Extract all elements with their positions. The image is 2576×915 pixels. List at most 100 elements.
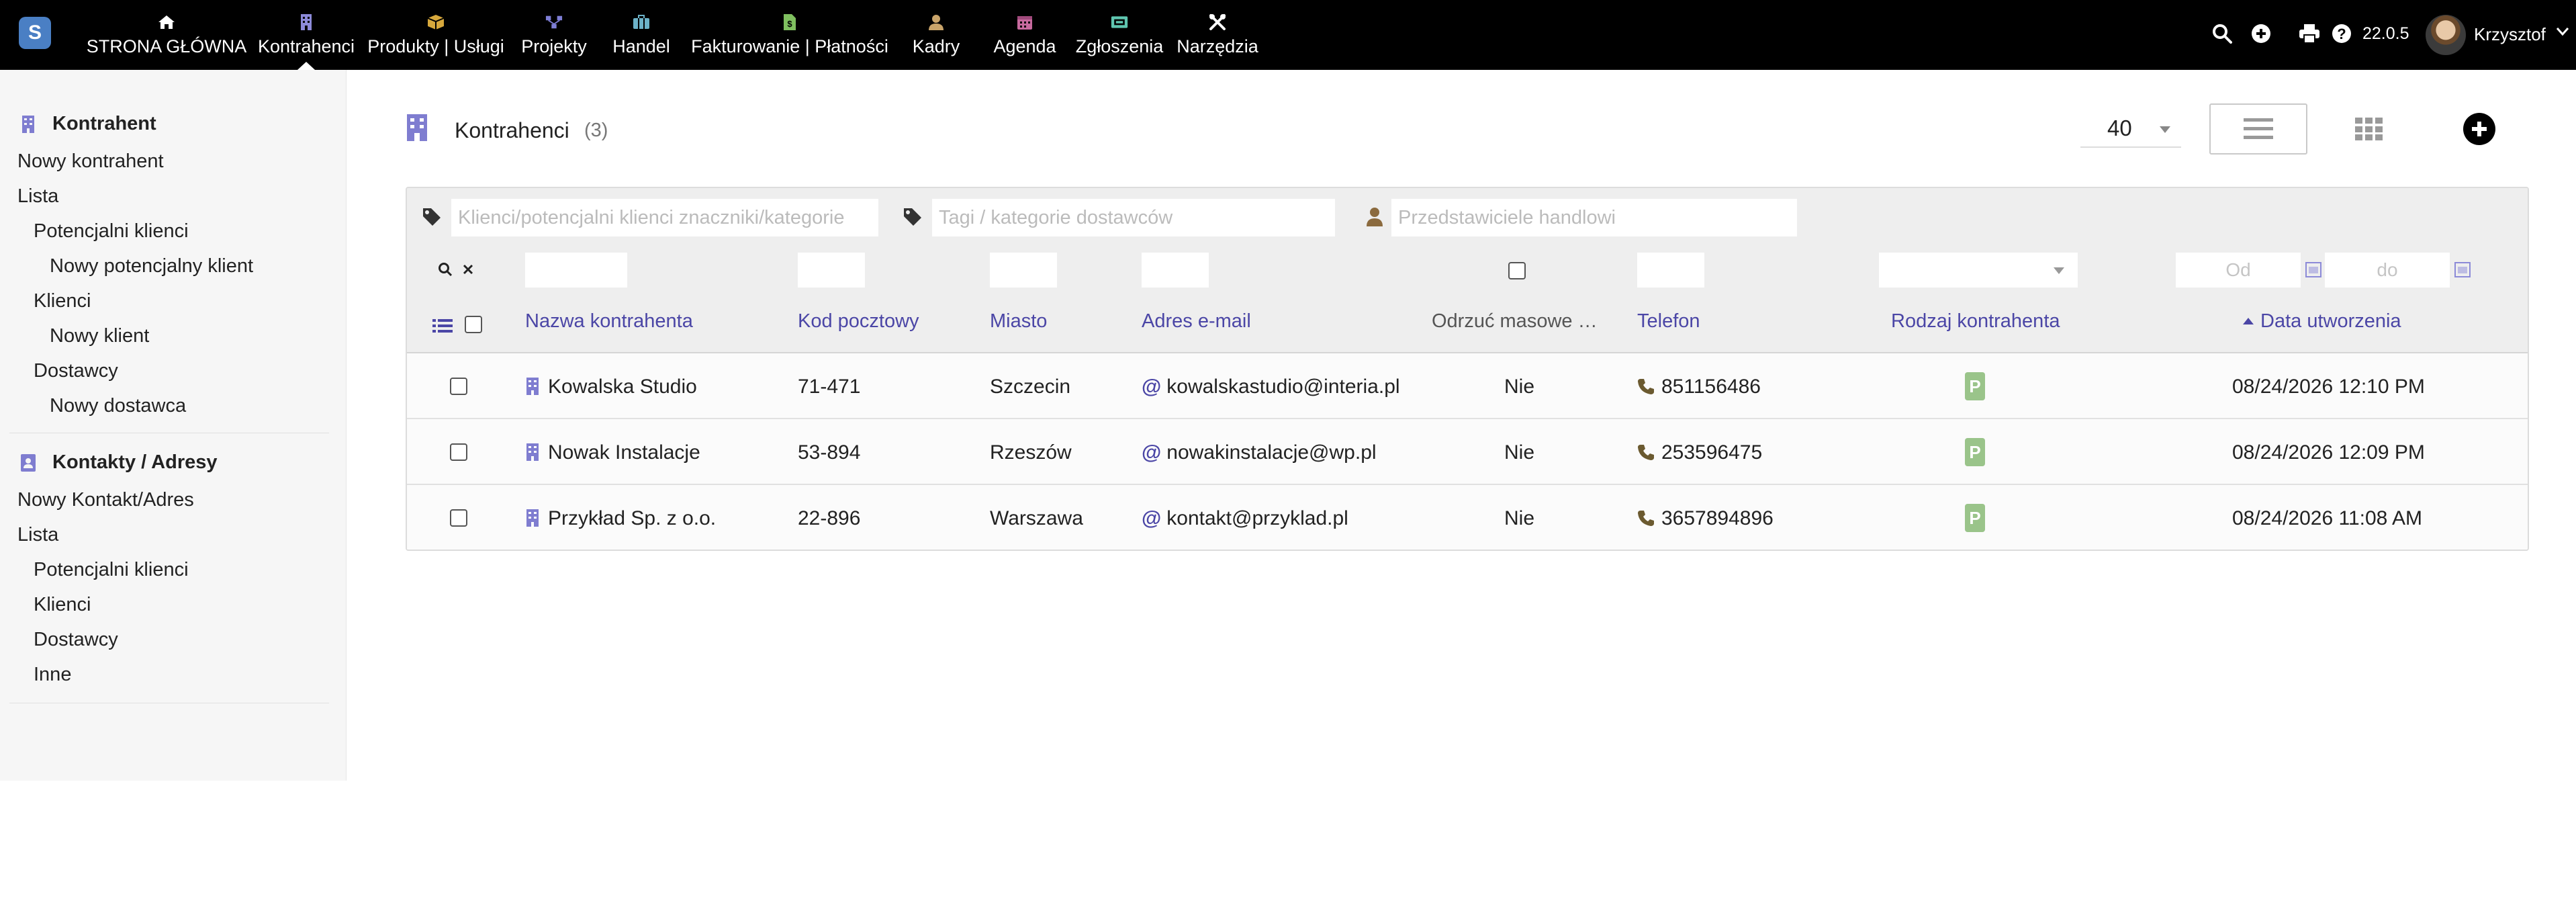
page-title: Kontrahenci bbox=[455, 118, 569, 142]
date-to-filter[interactable] bbox=[2325, 253, 2450, 288]
per-page-select[interactable]: 40 bbox=[2080, 113, 2181, 148]
printer-icon[interactable] bbox=[2298, 22, 2321, 45]
app-logo[interactable]: S bbox=[19, 17, 51, 49]
sidebar-section-contacts-title: Kontakty / Adresy bbox=[52, 451, 218, 473]
list-view-button[interactable] bbox=[2209, 103, 2307, 155]
nav-contractors-label: Kontrahenci bbox=[257, 36, 355, 56]
nav-home[interactable]: STRONA GŁÓWNA bbox=[87, 0, 246, 70]
nav-invoicing[interactable]: $ Fakturowanie | Płatności bbox=[691, 0, 888, 70]
close-icon[interactable] bbox=[457, 258, 479, 281]
ticket-icon bbox=[1111, 13, 1128, 31]
plus-icon bbox=[2472, 122, 2487, 136]
column-header-type[interactable]: Rodzaj kontrahenta bbox=[1891, 310, 2060, 333]
sidebar-item-new-customer[interactable]: Nowy klient bbox=[50, 325, 149, 347]
created-date-cell: 08/24/2026 11:08 AM bbox=[2232, 507, 2423, 529]
contractor-type-filter[interactable] bbox=[1879, 253, 2078, 288]
created-date-cell: 08/24/2026 12:10 PM bbox=[2232, 376, 2425, 398]
column-header-zip[interactable]: Kod pocztowy bbox=[798, 310, 919, 333]
search-icon[interactable] bbox=[2211, 22, 2234, 45]
phone-link[interactable]: 3657894896 bbox=[1661, 507, 1774, 530]
nav-contractors[interactable]: Kontrahenci bbox=[257, 0, 355, 70]
contractor-name-link[interactable]: Przykład Sp. z o.o. bbox=[548, 507, 716, 530]
table-row[interactable]: Nowak Instalacje 53-894 Rzeszów @ nowakin… bbox=[407, 419, 2528, 485]
contractor-name-link[interactable]: Nowak Instalacje bbox=[548, 441, 700, 464]
add-contractor-button[interactable] bbox=[2463, 113, 2495, 145]
sidebar-item-customers[interactable]: Klienci bbox=[34, 290, 91, 312]
sidebar-item-suppliers[interactable]: Dostawcy bbox=[34, 360, 118, 382]
grid-view-button[interactable] bbox=[2354, 117, 2384, 141]
table-row[interactable]: Kowalska Studio 71-471 Szczecin @ kowalsk… bbox=[407, 353, 2528, 419]
sidebar-item-contacts-customers[interactable]: Klienci bbox=[34, 594, 91, 616]
row-checkbox[interactable] bbox=[450, 378, 467, 395]
email-link[interactable]: kontakt@przyklad.pl bbox=[1166, 507, 1348, 529]
city-filter[interactable] bbox=[990, 253, 1057, 288]
sales-reps-input[interactable] bbox=[1391, 199, 1797, 236]
calendar-icon[interactable] bbox=[2305, 261, 2322, 278]
row-checkbox[interactable] bbox=[450, 443, 467, 461]
sidebar-item-contacts-suppliers[interactable]: Dostawcy bbox=[34, 629, 118, 651]
nav-trade-label: Handel bbox=[612, 36, 670, 56]
zip-cell: 71-471 bbox=[798, 376, 861, 398]
table-row[interactable]: Przykład Sp. z o.o. 22-896 Warszawa @ kon… bbox=[407, 485, 2528, 550]
nav-tickets[interactable]: Zgłoszenia bbox=[1073, 0, 1166, 70]
invoice-icon: $ bbox=[781, 13, 798, 31]
zip-filter[interactable] bbox=[798, 253, 865, 288]
sidebar-section-contractor[interactable]: Kontrahent bbox=[19, 113, 156, 135]
sidebar-item-list[interactable]: Lista bbox=[17, 185, 58, 208]
email-cell[interactable]: @ kontakt@przyklad.pl bbox=[1142, 507, 1348, 530]
plus-circle-icon[interactable] bbox=[2250, 22, 2272, 45]
building-icon bbox=[297, 13, 315, 31]
phone-icon bbox=[1638, 445, 1654, 460]
email-filter[interactable] bbox=[1142, 253, 1209, 288]
sidebar-item-new-prospect[interactable]: Nowy potencjalny klient bbox=[50, 255, 253, 277]
sidebar-section-contacts[interactable]: Kontakty / Adresy bbox=[19, 451, 218, 474]
email-link[interactable]: kowalskastudio@interia.pl bbox=[1166, 376, 1399, 398]
nav-projects[interactable]: Projekty bbox=[517, 0, 591, 70]
phone-link[interactable]: 851156486 bbox=[1661, 376, 1761, 398]
column-header-name[interactable]: Nazwa kontrahenta bbox=[525, 310, 693, 333]
sidebar-item-new-contractor[interactable]: Nowy kontrahent bbox=[17, 150, 164, 173]
nav-products[interactable]: Produkty | Usługi bbox=[367, 0, 504, 70]
help-icon[interactable]: ? bbox=[2330, 22, 2353, 45]
sidebar-item-contacts-list[interactable]: Lista bbox=[17, 524, 58, 546]
nav-tools[interactable]: Narzędzia bbox=[1175, 0, 1260, 70]
chevron-down-icon[interactable] bbox=[2556, 27, 2569, 40]
column-header-city[interactable]: Miasto bbox=[990, 310, 1047, 333]
tools-icon bbox=[1209, 13, 1226, 31]
calendar-icon[interactable] bbox=[2454, 261, 2471, 278]
username[interactable]: Krzysztof bbox=[2474, 24, 2546, 45]
name-filter[interactable] bbox=[525, 253, 627, 288]
phone-filter[interactable] bbox=[1637, 253, 1704, 288]
user-avatar[interactable] bbox=[2426, 15, 2466, 55]
column-header-phone[interactable]: Telefon bbox=[1637, 310, 1700, 333]
supplier-tags-input[interactable] bbox=[932, 199, 1335, 236]
column-header-email[interactable]: Adres e-mail bbox=[1142, 310, 1251, 333]
row-checkbox[interactable] bbox=[450, 509, 467, 527]
email-link[interactable]: nowakinstalacje@wp.pl bbox=[1166, 441, 1376, 464]
sidebar-item-contacts-prospects[interactable]: Potencjalni klienci bbox=[34, 559, 189, 581]
contractor-name-link[interactable]: Kowalska Studio bbox=[548, 376, 697, 398]
sidebar-section-contractor-title: Kontrahent bbox=[52, 113, 156, 134]
list-options-icon[interactable] bbox=[431, 314, 454, 337]
sidebar-item-new-supplier[interactable]: Nowy dostawca bbox=[50, 395, 186, 417]
email-cell[interactable]: @ nowakinstalacje@wp.pl bbox=[1142, 441, 1377, 464]
no-mass-filter-checkbox[interactable] bbox=[1508, 262, 1526, 279]
column-header-no-mass[interactable]: Odrzuć masowe … bbox=[1432, 310, 1598, 333]
sidebar-item-new-contact[interactable]: Nowy Kontakt/Adres bbox=[17, 489, 194, 511]
created-date-cell: 08/24/2026 12:09 PM bbox=[2232, 441, 2425, 464]
at-icon: @ bbox=[1142, 507, 1162, 529]
nav-hr[interactable]: Kadry bbox=[905, 0, 967, 70]
nav-trade[interactable]: Handel bbox=[610, 0, 673, 70]
search-icon[interactable] bbox=[434, 258, 457, 281]
nav-agenda[interactable]: Agenda bbox=[986, 0, 1064, 70]
phone-link[interactable]: 253596475 bbox=[1661, 441, 1762, 464]
select-all-checkbox[interactable] bbox=[465, 316, 482, 333]
date-from-filter[interactable] bbox=[2176, 253, 2301, 288]
sidebar-item-contacts-other[interactable]: Inne bbox=[34, 664, 71, 686]
customer-tags-input[interactable] bbox=[451, 199, 878, 236]
sidebar-item-prospects[interactable]: Potencjalni klienci bbox=[34, 220, 189, 243]
caret-down-icon bbox=[2160, 126, 2170, 133]
no-mass-cell: Nie bbox=[1504, 376, 1535, 398]
email-cell[interactable]: @ kowalskastudio@interia.pl bbox=[1142, 376, 1400, 398]
column-header-created[interactable]: Data utworzenia bbox=[2243, 310, 2401, 333]
